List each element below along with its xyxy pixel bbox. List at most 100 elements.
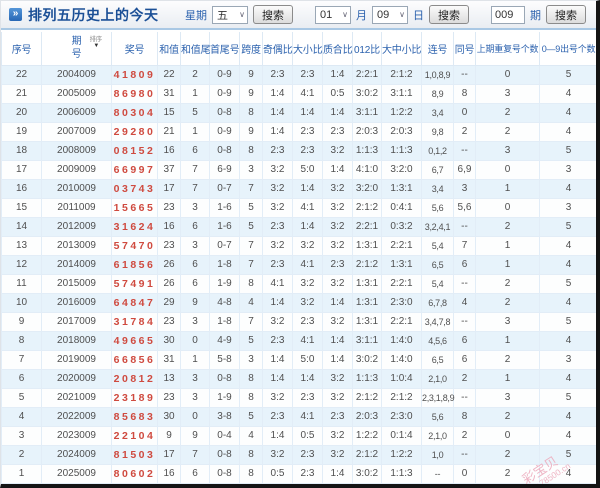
cell-奇偶比: 1:4 bbox=[262, 292, 293, 313]
cell-上期重复号个数: 2 bbox=[475, 406, 540, 427]
cell-跨度: 9 bbox=[239, 83, 263, 104]
cell-大小比: 2:3 bbox=[292, 387, 323, 408]
cell-奖号: 20812 bbox=[111, 368, 158, 389]
cell-序号: 5 bbox=[1, 387, 42, 408]
week-search-button[interactable]: 搜索 bbox=[253, 5, 293, 24]
column-header-0: 序号 bbox=[1, 32, 42, 66]
cell-012比: 1:2:2 bbox=[352, 425, 382, 446]
column-header-13: 同号 bbox=[453, 32, 476, 66]
cell-和值: 23 bbox=[157, 311, 181, 332]
day-select[interactable]: 09 ∨ bbox=[372, 5, 408, 24]
cell-期号: 2017009 bbox=[41, 311, 112, 332]
cell-期号: 2020009 bbox=[41, 368, 112, 389]
cell-上期重复号个数: 0 bbox=[475, 159, 540, 180]
cell-0—9出号个数: 4 bbox=[539, 368, 596, 389]
cell-和值尾: 7 bbox=[180, 444, 210, 465]
cell-和值尾: 6 bbox=[180, 463, 210, 484]
cell-连号: 5,4 bbox=[421, 273, 454, 294]
cell-首尾号: 1-6 bbox=[209, 197, 240, 218]
cell-奖号: 61856 bbox=[111, 254, 158, 275]
sort-down-icon: ▼ bbox=[93, 43, 100, 49]
cell-大小比: 5:0 bbox=[292, 159, 323, 180]
table-row: 10 2016009 64847 29 9 4-8 4 1:4 3:2 1:4 1:3:1 2:3:0… bbox=[1, 292, 596, 313]
cell-同号: 2 bbox=[453, 368, 476, 389]
cell-首尾号: 1-9 bbox=[209, 387, 240, 408]
chevron-down-icon: ∨ bbox=[239, 10, 245, 19]
cell-和值: 22 bbox=[157, 64, 181, 85]
cell-序号: 4 bbox=[1, 406, 42, 427]
cell-首尾号: 1-8 bbox=[209, 311, 240, 332]
date-search-button[interactable]: 搜索 bbox=[429, 5, 469, 24]
cell-大小比: 2:3 bbox=[292, 140, 323, 161]
table-row: 16 2010009 03743 17 7 0-7 7 3:2 1:4 3:2 3:2:0 1:3:1… bbox=[1, 178, 596, 199]
month-label: 月 bbox=[356, 9, 367, 22]
table-row: 2 2024009 81503 17 7 0-8 8 3:2 2:3 3:2 2:1:2 1:2:2 1… bbox=[1, 444, 596, 465]
table-row: 1 2025009 80602 16 6 0-8 8 0:5 2:3 1:4 3:0:2 1:1:3-… bbox=[1, 463, 596, 484]
cell-大小比: 1:4 bbox=[292, 368, 323, 389]
cell-序号: 21 bbox=[1, 83, 42, 104]
cell-012比: 2:1:2 bbox=[352, 197, 382, 218]
cell-奖号: 15665 bbox=[111, 197, 158, 218]
cell-和值尾: 3 bbox=[180, 235, 210, 256]
issue-input[interactable] bbox=[491, 5, 525, 24]
sort-label: 排序 bbox=[90, 36, 103, 43]
cell-期号: 2006009 bbox=[41, 102, 112, 123]
cell-大中小比: 1:3:1 bbox=[381, 178, 422, 199]
cell-奇偶比: 0:5 bbox=[262, 463, 293, 484]
cell-0—9出号个数: 4 bbox=[539, 83, 596, 104]
cell-0—9出号个数: 3 bbox=[539, 349, 596, 370]
cell-连号: 6,5 bbox=[421, 254, 454, 275]
column-header-2: 奖号 bbox=[111, 32, 158, 66]
cell-奖号: 22104 bbox=[111, 425, 158, 446]
cell-同号: 6 bbox=[453, 349, 476, 370]
title-bullet-icon: » bbox=[9, 8, 22, 21]
cell-大小比: 4:1 bbox=[292, 254, 323, 275]
cell-连号: 5,4 bbox=[421, 235, 454, 256]
cell-大中小比: 1:1:3 bbox=[381, 463, 422, 484]
cell-连号: 1,0,8,9 bbox=[421, 64, 454, 85]
cell-奖号: 41809 bbox=[111, 64, 158, 85]
cell-连号: 6,7 bbox=[421, 159, 454, 180]
table-row: 19 2007009 29280 21 1 0-9 9 1:4 2:3 2:3 2:0:3 2:0:3… bbox=[1, 121, 596, 142]
cell-跨度: 4 bbox=[239, 292, 263, 313]
cell-上期重复号个数: 1 bbox=[475, 254, 540, 275]
month-select[interactable]: 01 ∨ bbox=[315, 5, 351, 24]
cell-0—9出号个数: 4 bbox=[539, 178, 596, 199]
cell-0—9出号个数: 5 bbox=[539, 140, 596, 161]
cell-0—9出号个数: 5 bbox=[539, 64, 596, 85]
column-header-1[interactable]: 期号 排序 ▼ bbox=[41, 32, 112, 66]
cell-奖号: 80602 bbox=[111, 463, 158, 484]
column-header-8: 大小比 bbox=[292, 32, 323, 66]
cell-上期重复号个数: 3 bbox=[475, 83, 540, 104]
cell-质合比: 1:4 bbox=[322, 349, 353, 370]
issue-search-button[interactable]: 搜索 bbox=[546, 5, 586, 24]
cell-012比: 2:2:1 bbox=[352, 64, 382, 85]
column-header-5: 首尾号 bbox=[209, 32, 240, 66]
cell-跨度: 7 bbox=[239, 178, 263, 199]
history-table: 序号 期号 排序 ▼ 奖号 和值 和值尾 首尾号 跨度 奇偶比 大小比 质合比 012比 大中小比 连号 同号… bbox=[1, 32, 596, 484]
cell-012比: 2:0:3 bbox=[352, 121, 382, 142]
sort-toggle[interactable]: 排序 ▼ bbox=[89, 36, 103, 50]
cell-奇偶比: 3:2 bbox=[262, 387, 293, 408]
cell-奇偶比: 1:4 bbox=[262, 83, 293, 104]
table-row: 5 2021009 23189 23 3 1-9 8 3:2 2:3 3:2 2:1:2 2:1:2 2… bbox=[1, 387, 596, 408]
cell-大小比: 2:3 bbox=[292, 311, 323, 332]
cell-和值: 16 bbox=[157, 463, 181, 484]
cell-期号: 2007009 bbox=[41, 121, 112, 142]
cell-上期重复号个数: 2 bbox=[475, 292, 540, 313]
cell-同号: 6,9 bbox=[453, 159, 476, 180]
cell-序号: 17 bbox=[1, 159, 42, 180]
week-select[interactable]: 五 ∨ bbox=[212, 5, 248, 24]
cell-大中小比: 1:4:0 bbox=[381, 349, 422, 370]
cell-质合比: 1:4 bbox=[322, 292, 353, 313]
cell-同号: 8 bbox=[453, 83, 476, 104]
cell-质合比: 1:4 bbox=[322, 64, 353, 85]
cell-首尾号: 0-9 bbox=[209, 64, 240, 85]
cell-期号: 2013009 bbox=[41, 235, 112, 256]
column-header-15: 0—9出号个数 bbox=[539, 32, 596, 66]
cell-期号: 2016009 bbox=[41, 292, 112, 313]
cell-连号: 6,5 bbox=[421, 349, 454, 370]
cell-奇偶比: 4:1 bbox=[262, 273, 293, 294]
cell-期号: 2022009 bbox=[41, 406, 112, 427]
cell-质合比: 3:2 bbox=[322, 178, 353, 199]
